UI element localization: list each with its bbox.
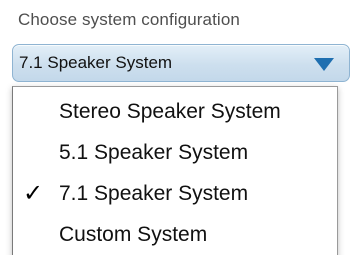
option-custom-system[interactable]: Custom System — [13, 218, 337, 252]
option-label: 7.1 Speaker System — [59, 182, 249, 205]
checkmark-icon: ✓ — [23, 179, 44, 207]
triangle-down-icon[interactable] — [314, 58, 334, 71]
system-configuration-select[interactable]: 7.1 Speaker System — [12, 44, 350, 82]
option-label: Stereo Speaker System — [59, 100, 281, 123]
selected-value: 7.1 Speaker System — [19, 53, 173, 72]
option-stereo-speaker-system[interactable]: Stereo Speaker System — [13, 95, 337, 129]
option-7-1-speaker-system[interactable]: ✓ 7.1 Speaker System — [13, 177, 337, 211]
option-5-1-speaker-system[interactable]: 5.1 Speaker System — [13, 136, 337, 170]
field-label: Choose system configuration — [18, 10, 240, 29]
option-label: 5.1 Speaker System — [59, 141, 249, 164]
dropdown-menu: Stereo Speaker System 5.1 Speaker System… — [12, 86, 338, 255]
option-label: Custom System — [59, 223, 208, 246]
configuration-panel: Choose system configuration 7.1 Speaker … — [0, 0, 360, 255]
